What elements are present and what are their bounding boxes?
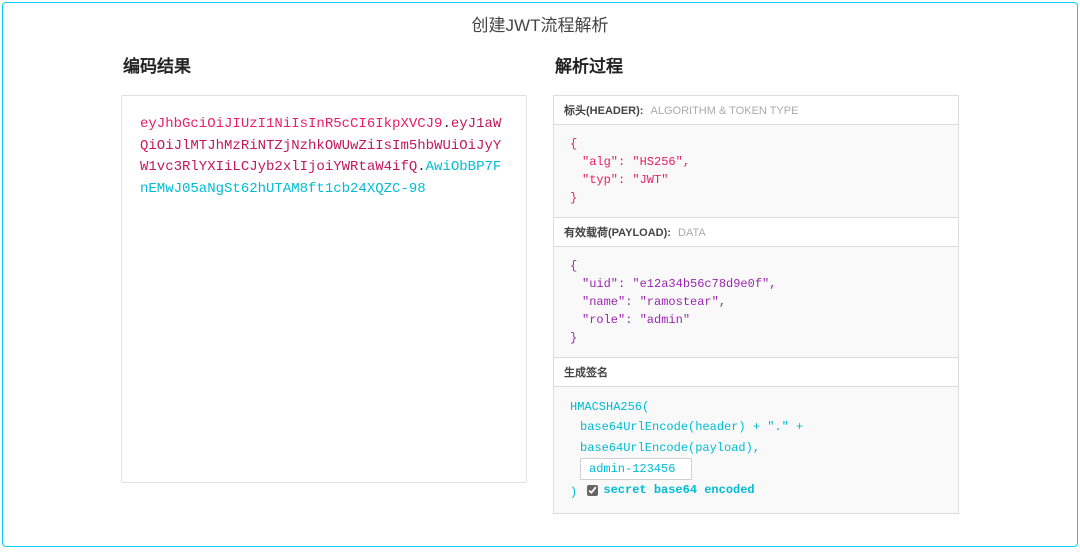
encoded-dot-2: . [417,159,425,175]
payload-uid-line: "uid": "e12a34b56c78d9e0f", [570,275,942,293]
encoded-header-segment: eyJhbGciOiJIUzI1NiIsInR5cCI6IkpXVCJ9 [140,116,442,132]
payload-section: 有效载荷(PAYLOAD): DATA { "uid": "e12a34b56c… [553,218,959,358]
encoded-heading: 编码结果 [121,52,527,77]
signature-body: HMACSHA256( base64UrlEncode(header) + ".… [554,387,958,513]
decode-panel: 标头(HEADER): ALGORITHM & TOKEN TYPE { "al… [553,95,959,514]
payload-open-brace: { [570,259,577,273]
payload-label-primary: 有效载荷(PAYLOAD): [564,227,671,239]
columns: 编码结果 eyJhbGciOiJIUzI1NiIsInR5cCI6IkpXVCJ… [23,52,1057,514]
payload-close-brace: } [570,331,577,345]
page-title: 创建JWT流程解析 [23,11,1057,36]
header-label-secondary: ALGORITHM & TOKEN TYPE [651,105,799,117]
header-close-brace: } [570,191,577,205]
header-open-brace: { [570,137,577,151]
header-section: 标头(HEADER): ALGORITHM & TOKEN TYPE { "al… [553,95,959,218]
sig-line-3: base64UrlEncode(payload), [570,438,942,458]
payload-name-line: "name": "ramostear", [570,293,942,311]
sig-close-paren: ) [570,486,577,500]
sig-line-2: base64UrlEncode(header) + "." + [570,417,942,437]
header-typ-line: "typ": "JWT" [570,171,942,189]
signature-section-title: 生成签名 [554,358,958,387]
header-section-title: 标头(HEADER): ALGORITHM & TOKEN TYPE [554,96,958,125]
header-alg-line: "alg": "HS256", [570,153,942,171]
signature-label-primary: 生成签名 [564,367,608,379]
signature-section: 生成签名 HMACSHA256( base64UrlEncode(header)… [553,358,959,514]
decoded-column: 解析过程 标头(HEADER): ALGORITHM & TOKEN TYPE … [553,52,959,514]
header-label-primary: 标头(HEADER): [564,105,643,117]
secret-base64-checkbox[interactable] [587,485,598,496]
jwt-flow-container: 创建JWT流程解析 编码结果 eyJhbGciOiJIUzI1NiIsInR5c… [2,2,1078,547]
decoded-heading: 解析过程 [553,52,959,77]
header-body: { "alg": "HS256", "typ": "JWT" } [554,125,958,217]
encoded-token-box: eyJhbGciOiJIUzI1NiIsInR5cCI6IkpXVCJ9.eyJ… [121,95,527,483]
payload-section-title: 有效载荷(PAYLOAD): DATA [554,218,958,247]
sig-line-1: HMACSHA256( [570,397,942,417]
secret-base64-label: secret base64 encoded [603,480,754,500]
payload-label-secondary: DATA [678,227,706,239]
encoded-column: 编码结果 eyJhbGciOiJIUzI1NiIsInR5cCI6IkpXVCJ… [121,52,527,514]
encoded-dot-1: . [442,116,450,132]
payload-role-line: "role": "admin" [570,311,942,329]
payload-body: { "uid": "e12a34b56c78d9e0f", "name": "r… [554,247,958,357]
secret-input[interactable] [580,458,692,480]
